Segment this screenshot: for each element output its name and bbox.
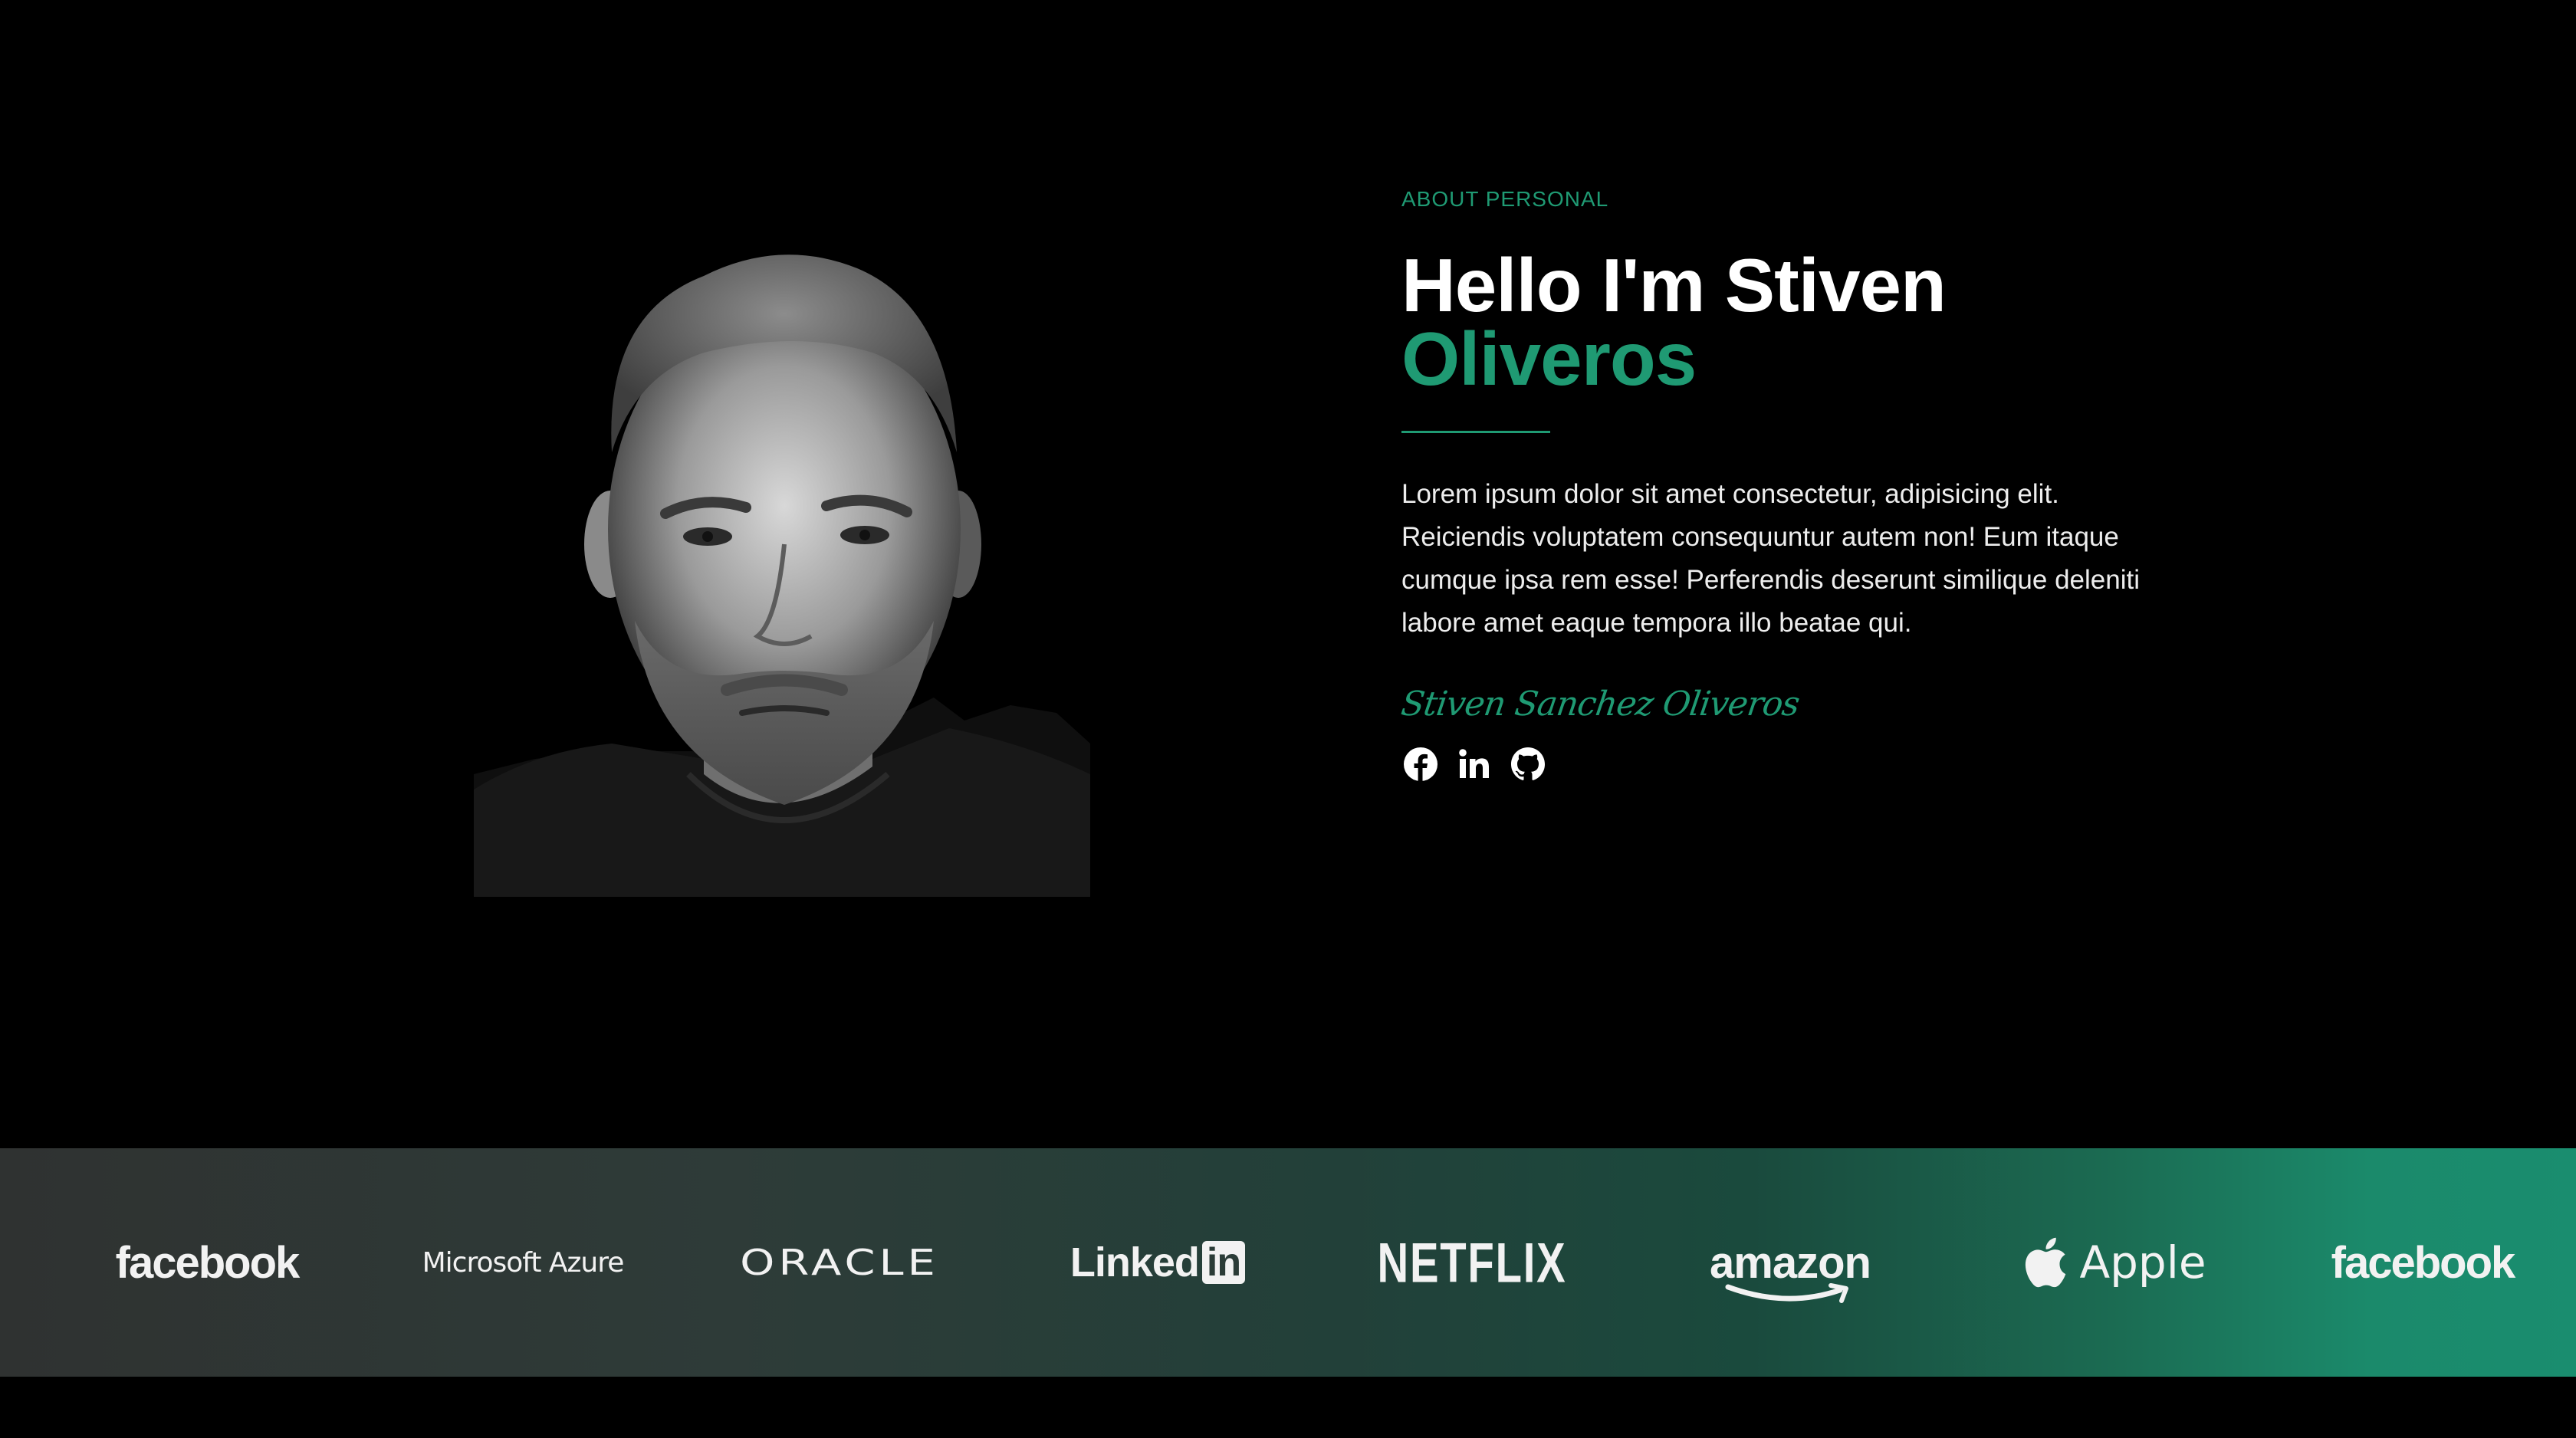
brand-apple: Apple (2001, 1148, 2223, 1377)
linkedin-link[interactable] (1455, 745, 1493, 783)
brand-facebook-label: facebook (115, 1237, 301, 1288)
signature: Stiven Sanchez Oliveros (1398, 685, 1802, 724)
brand-netflix: NETFLIX (1378, 1131, 1566, 1394)
amazon-wordmark: amazon (1710, 1237, 1871, 1303)
brand-microsoft-azure: Microsoft Azure (414, 1148, 632, 1377)
headline-surname: Oliveros (1401, 317, 1697, 401)
brand-netflix-label: NETFLIX (1377, 1230, 1567, 1295)
accent-divider (1401, 431, 1550, 433)
about-section: ABOUT PERSONAL Hello I'm Stiven Oliveros… (1398, 184, 2199, 783)
brand-facebook-label: facebook (2331, 1237, 2516, 1288)
facebook-icon (1404, 747, 1438, 781)
portrait-photo (474, 222, 1090, 897)
linkedin-icon (1459, 749, 1489, 778)
brand-facebook: facebook (100, 1148, 314, 1377)
page: ABOUT PERSONAL Hello I'm Stiven Oliveros… (0, 0, 2576, 1438)
headline-greeting: Hello I'm Stiven (1401, 243, 1947, 327)
github-link[interactable] (1509, 745, 1547, 783)
linkedin-badge: in (1201, 1241, 1246, 1284)
brand-amazon-label: amazon (1710, 1237, 1871, 1288)
bio-paragraph: Lorem ipsum dolor sit amet consectetur, … (1401, 479, 2140, 638)
brand-oracle: ORACLE (710, 1148, 969, 1377)
brand-facebook-repeat: facebook (2315, 1148, 2530, 1377)
github-icon (1511, 747, 1545, 780)
amazon-smile-icon (1725, 1282, 1849, 1303)
brand-oracle-label: ORACLE (740, 1242, 939, 1283)
brands-strip: facebook Microsoft Azure ORACLE Linked i… (0, 1148, 2576, 1377)
section-eyebrow: ABOUT PERSONAL (1401, 187, 1609, 211)
brand-azure-label: Microsoft Azure (422, 1246, 625, 1279)
page-title: Hello I'm Stiven Oliveros (1401, 248, 2199, 396)
brand-linkedin: Linked in (1050, 1148, 1265, 1377)
facebook-link[interactable] (1401, 745, 1440, 783)
brand-amazon: amazon (1687, 1148, 1894, 1377)
brand-linkedin-label: Linked (1070, 1239, 1200, 1285)
apple-icon (2026, 1237, 2066, 1288)
brand-apple-label: Apple (2079, 1236, 2206, 1289)
social-links (1401, 745, 2199, 783)
